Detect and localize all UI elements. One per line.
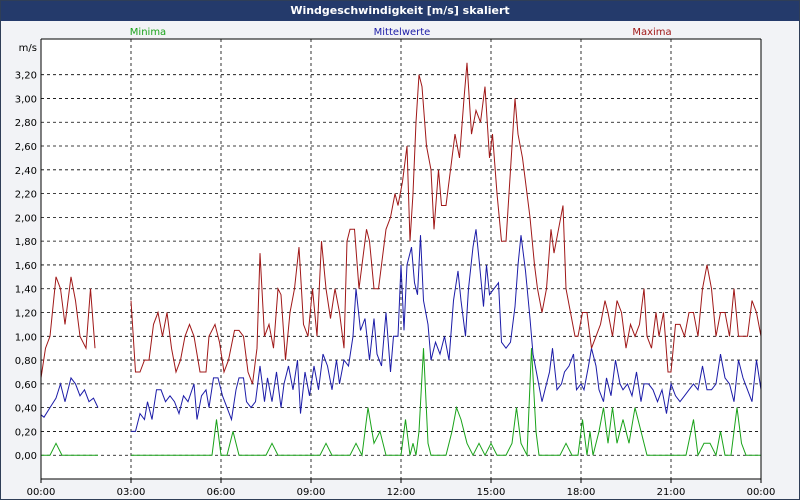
x-tick-label-time: 03:00 [117,487,146,498]
x-tick-label-time: 12:00 [387,487,416,498]
y-tick-label: 2,40 [15,166,37,177]
y-tick-label: 3,00 [15,94,37,105]
x-tick-label-time: 18:00 [567,487,596,498]
y-tick-label: 2,60 [15,142,37,153]
x-tick-label-time: 09:00 [297,487,326,498]
y-tick-label: 3,20 [15,71,37,82]
x-tick-label-time: 06:00 [207,487,236,498]
chart-window: Windgeschwindigkeit [m/s] skaliert 0,00 0… [0,0,800,500]
y-tick-label: 0,60 [15,380,37,391]
y-tick-label: 0,00 [15,451,37,462]
line-chart: 0,00 0,20 0,40 0,60 0,80 1,00 1,20 1,40 1,60 1,80… [15,27,776,498]
y-tick-label: 0,80 [15,356,37,367]
y-tick-label: 1,40 [15,285,37,296]
y-tick-label: 0,20 [15,427,37,438]
x-tick-label-time: 00:00 [27,487,56,498]
x-tick-label-time: 00:00 [747,487,776,498]
legend-mittelwerte: Mittelwerte [374,27,431,38]
y-axis-label: m/s [19,43,37,54]
x-tick-label-time: 21:00 [657,487,686,498]
x-tick-label-time: 15:00 [477,487,506,498]
legend-minima: Minima [130,27,166,38]
y-tick-label: 2,00 [15,213,37,224]
y-tick-labels: 0,00 0,20 0,40 0,60 0,80 1,00 1,20 1,40 1,60 1,80… [15,71,37,463]
window-title: Windgeschwindigkeit [m/s] skaliert [1,1,799,21]
y-tick-label: 1,60 [15,261,37,272]
legend: Minima Mittelwerte Maxima [130,27,672,38]
x-tick-labels: 00:0030.10.1603:0030.10.1606:0030.10.160… [27,479,776,498]
y-tick-label: 2,80 [15,118,37,129]
y-tick-label: 2,20 [15,190,37,201]
y-tick-label: 1,20 [15,309,37,320]
y-tick-label: 1,80 [15,237,37,248]
y-tick-label: 0,40 [15,404,37,415]
y-tick-label: 1,00 [15,332,37,343]
legend-maxima: Maxima [632,27,671,38]
